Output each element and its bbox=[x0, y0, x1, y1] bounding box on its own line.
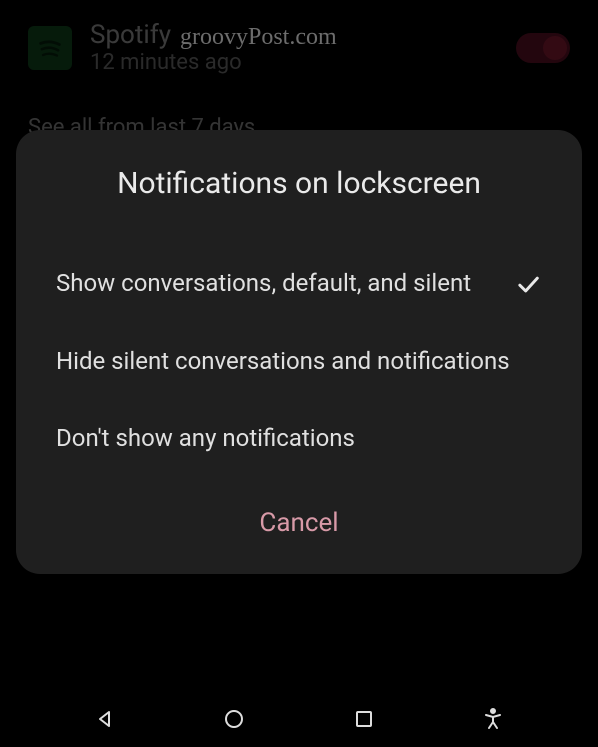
option-dont-show[interactable]: Don't show any notifications bbox=[56, 400, 542, 478]
option-show-all[interactable]: Show conversations, default, and silent bbox=[56, 245, 542, 323]
dialog-title: Notifications on lockscreen bbox=[56, 166, 542, 201]
watermark: groovyPost.com bbox=[180, 24, 337, 51]
accessibility-icon bbox=[481, 707, 505, 731]
notification-toggle[interactable] bbox=[516, 33, 570, 63]
cancel-button[interactable]: Cancel bbox=[56, 478, 542, 546]
notification-timestamp: 12 minutes ago bbox=[90, 50, 498, 75]
navigation-bar bbox=[0, 691, 598, 747]
check-icon bbox=[514, 270, 542, 298]
toggle-thumb bbox=[543, 36, 567, 60]
notification-app-name: Spotify bbox=[90, 20, 498, 50]
recents-button[interactable] bbox=[342, 697, 386, 741]
accessibility-button[interactable] bbox=[471, 697, 515, 741]
back-button[interactable] bbox=[83, 697, 127, 741]
spotify-icon bbox=[28, 26, 72, 70]
circle-home-icon bbox=[222, 707, 246, 731]
home-button[interactable] bbox=[212, 697, 256, 741]
notification-row: Spotify 12 minutes ago bbox=[0, 0, 598, 95]
notification-text: Spotify 12 minutes ago bbox=[90, 20, 498, 75]
lockscreen-notifications-dialog: Notifications on lockscreen Show convers… bbox=[16, 130, 582, 574]
option-label: Show conversations, default, and silent bbox=[56, 267, 498, 301]
option-hide-silent[interactable]: Hide silent conversations and notificati… bbox=[56, 323, 542, 401]
option-label: Hide silent conversations and notificati… bbox=[56, 345, 542, 379]
triangle-back-icon bbox=[93, 707, 117, 731]
square-recents-icon bbox=[352, 707, 376, 731]
option-label: Don't show any notifications bbox=[56, 422, 542, 456]
